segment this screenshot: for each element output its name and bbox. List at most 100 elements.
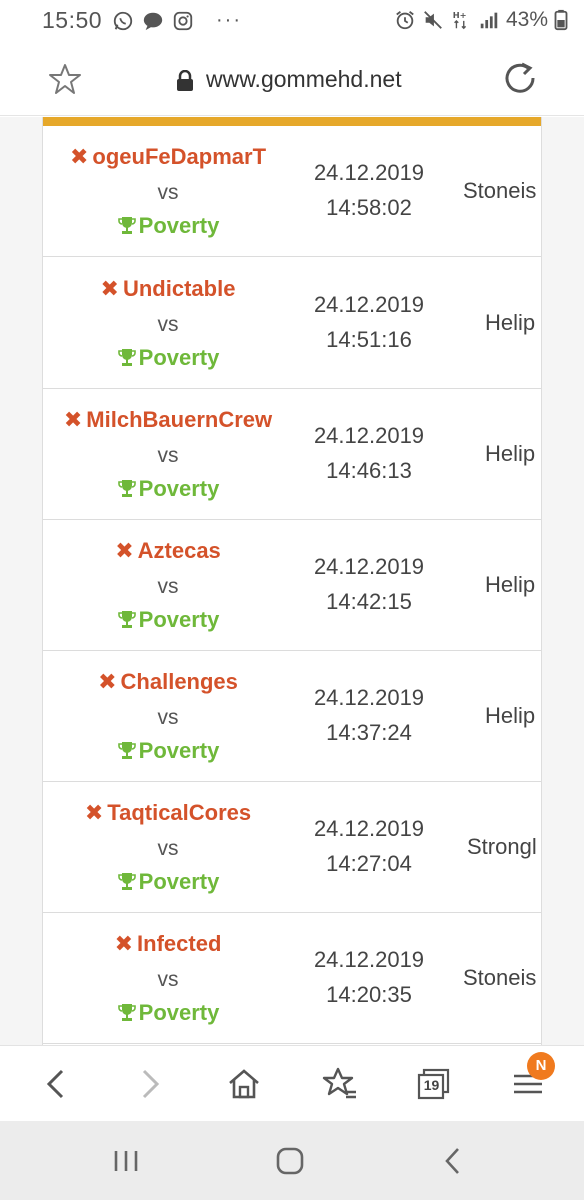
match-row: ✖ TaqticalCores vs Poverty 24.12.2019 14:… [43, 782, 541, 913]
bookmark-star-icon[interactable] [48, 62, 82, 96]
winning-team-name[interactable]: Poverty [139, 869, 220, 894]
forward-icon[interactable] [132, 1066, 168, 1102]
home-icon[interactable] [226, 1066, 262, 1102]
winning-team[interactable]: Poverty [43, 345, 293, 371]
signal-icon [480, 12, 498, 29]
winning-team[interactable]: Poverty [43, 213, 293, 239]
winning-team-name[interactable]: Poverty [139, 1000, 220, 1025]
chat-bubble-icon [143, 12, 163, 30]
match-time: 14:37:24 [326, 720, 412, 745]
match-row: ✖ Undictable vs Poverty 24.12.2019 14:51:… [43, 258, 541, 389]
losing-team[interactable]: ✖ Undictable [43, 276, 293, 302]
url-text[interactable]: www.gommehd.net [206, 66, 402, 93]
match-teams: ✖ Undictable vs Poverty [43, 258, 293, 389]
back-button-icon[interactable] [438, 1145, 470, 1177]
loss-x-icon: ✖ [63, 407, 83, 432]
whatsapp-icon [113, 11, 133, 30]
match-map: Helip [485, 572, 536, 597]
losing-team[interactable]: ✖ Infected [43, 931, 293, 957]
match-date: 24.12.2019 [313, 423, 425, 448]
match-date: 24.12.2019 [313, 685, 425, 710]
losing-team[interactable]: ✖ TaqticalCores [43, 800, 293, 826]
losing-team[interactable]: ✖ Challenges [43, 669, 293, 695]
match-history-table: ✖ ogeuFeDapmarT vs Poverty 24.12.2019 14:… [42, 117, 542, 1045]
alarm-icon [396, 11, 414, 30]
match-row: ✖ ogeuFeDapmarT vs Poverty 24.12.2019 14:… [43, 126, 541, 257]
match-date: 24.12.2019 [313, 160, 425, 185]
trophy-icon [117, 873, 136, 890]
match-map: Helip [485, 441, 536, 466]
winning-team-name[interactable]: Poverty [139, 738, 220, 763]
winning-team[interactable]: Poverty [43, 1000, 293, 1026]
match-row: ✖ MilchBauernCrew vs Poverty 24.12.2019 1… [43, 389, 541, 520]
bookmarks-star-icon[interactable] [322, 1066, 358, 1102]
notification-icons: ··· [112, 9, 242, 32]
back-icon[interactable] [38, 1066, 74, 1102]
winning-team-name[interactable]: Poverty [139, 345, 220, 370]
losing-team-name[interactable]: TaqticalCores [107, 800, 251, 825]
match-map: Helip [485, 310, 536, 335]
winning-team[interactable]: Poverty [43, 607, 293, 633]
loss-x-icon: ✖ [100, 276, 119, 301]
match-date: 24.12.2019 [313, 292, 425, 317]
tabs-count: 19 [423, 1077, 440, 1093]
match-time: 14:27:04 [326, 851, 412, 876]
trophy-icon [117, 611, 136, 628]
loss-x-icon: ✖ [84, 800, 104, 825]
match-map: Strongl [467, 834, 537, 859]
winning-team-name[interactable]: Poverty [139, 607, 220, 632]
match-teams: ✖ Infected vs Poverty [43, 913, 293, 1044]
loss-x-icon: ✖ [115, 538, 134, 563]
match-date: 24.12.2019 [313, 947, 425, 972]
trophy-icon [117, 742, 136, 759]
lock-icon [177, 70, 193, 91]
vs-label: vs [157, 706, 179, 729]
losing-team[interactable]: ✖ ogeuFeDapmarT [43, 144, 293, 170]
recent-apps-icon[interactable] [110, 1145, 142, 1177]
match-row: ✖ Aztecas vs Poverty 24.12.2019 14:42:15 … [43, 520, 541, 651]
match-map: Helip [485, 703, 536, 728]
losing-team[interactable]: ✖ Aztecas [43, 538, 293, 564]
winning-team-name[interactable]: Poverty [139, 476, 220, 501]
loss-x-icon: ✖ [98, 669, 117, 694]
losing-team-name[interactable]: MilchBauernCrew [86, 407, 272, 432]
system-icons: H+ 43% [394, 8, 568, 32]
match-row: ✖ Challenges vs Poverty 24.12.2019 14:37:… [43, 651, 541, 782]
losing-team-name[interactable]: Challenges [121, 669, 238, 694]
winning-team[interactable]: Poverty [43, 476, 293, 502]
data-hplus-icon: H+ [453, 10, 467, 30]
match-time: 14:46:13 [326, 458, 412, 483]
match-row: ✖ Infected vs Poverty 24.12.2019 14:20:35… [43, 913, 541, 1044]
match-time: 14:58:02 [326, 195, 412, 220]
trophy-icon [117, 349, 136, 366]
match-teams: ✖ TaqticalCores vs Poverty [43, 782, 293, 913]
vs-label: vs [157, 313, 179, 336]
match-map: Stoneis [463, 965, 537, 990]
trophy-icon [117, 217, 136, 234]
match-map: Stoneis [463, 178, 537, 203]
status-bar: 15:50 ··· H+ 43% [0, 0, 584, 44]
vs-label: vs [157, 968, 179, 991]
winning-team[interactable]: Poverty [43, 869, 293, 895]
match-time: 14:20:35 [326, 982, 412, 1007]
instagram-icon [173, 11, 193, 30]
more-notifications: ··· [216, 9, 242, 31]
trophy-icon [117, 1004, 136, 1021]
winning-team[interactable]: Poverty [43, 738, 293, 764]
losing-team[interactable]: ✖ MilchBauernCrew [43, 407, 293, 433]
losing-team-name[interactable]: ogeuFeDapmarT [92, 144, 266, 169]
losing-team-name[interactable]: Aztecas [138, 538, 221, 563]
match-time: 14:51:16 [326, 327, 412, 352]
table-accent-bar [43, 117, 541, 126]
losing-team-name[interactable]: Infected [137, 931, 221, 956]
losing-team-name[interactable]: Undictable [123, 276, 235, 301]
tabs-button[interactable]: 19 [416, 1066, 452, 1102]
browser-url-bar: www.gommehd.net [0, 44, 584, 116]
winning-team-name[interactable]: Poverty [139, 213, 220, 238]
match-teams: ✖ MilchBauernCrew vs Poverty [43, 389, 293, 520]
loss-x-icon: ✖ [69, 144, 89, 169]
reload-icon[interactable] [502, 60, 538, 96]
home-button-icon[interactable] [274, 1145, 306, 1177]
mute-icon [424, 11, 442, 29]
vs-label: vs [157, 181, 179, 204]
